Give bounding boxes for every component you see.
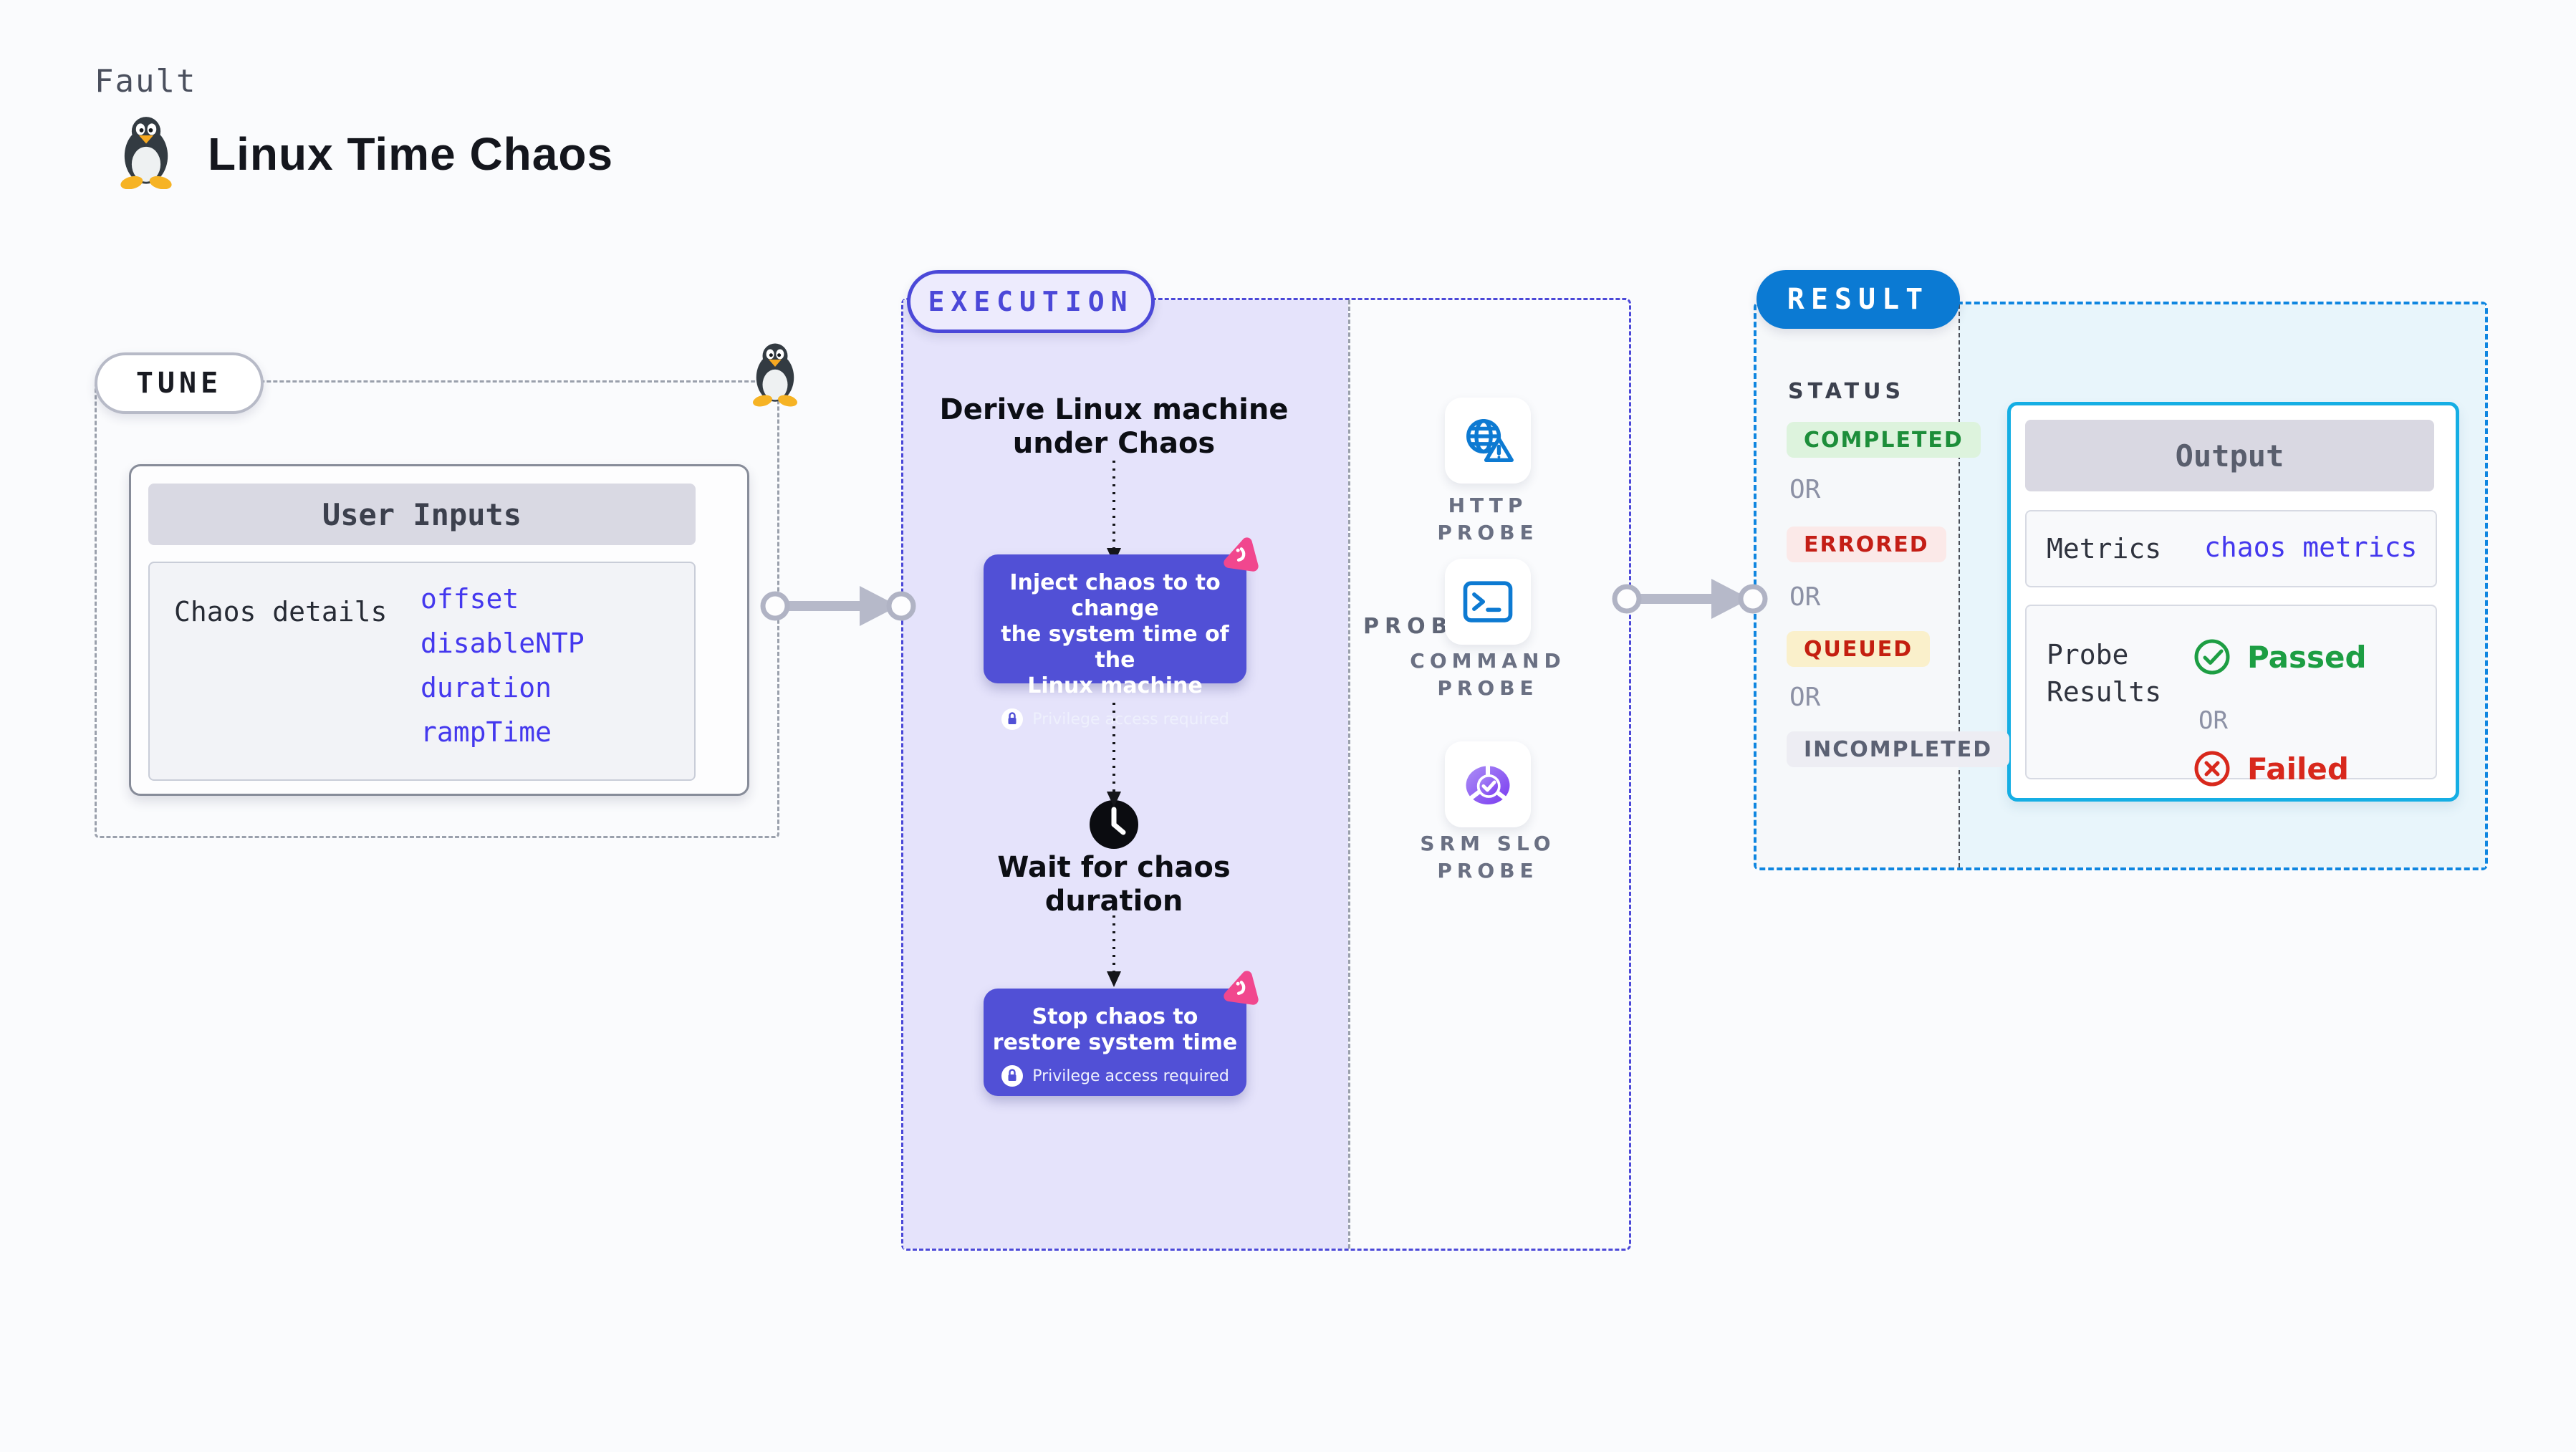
lock-icon bbox=[1001, 708, 1024, 730]
output-header: Output bbox=[2025, 420, 2434, 491]
status-badge-incompleted[interactable]: INCOMPLETED bbox=[1787, 731, 2010, 767]
inject-chaos-node[interactable]: Inject chaos to to change the system tim… bbox=[984, 554, 1246, 730]
result-badge-label: RESULT bbox=[1787, 283, 1930, 316]
chaos-details-row: Chaos details offset disableNTP duration… bbox=[148, 562, 696, 781]
fault-kicker: Fault bbox=[95, 63, 197, 100]
param-duration[interactable]: duration bbox=[420, 672, 552, 703]
or-separator: OR bbox=[1789, 582, 1821, 612]
diagram-canvas: Fault Linux Time Chaos TUNE User Inputs … bbox=[0, 0, 2576, 1452]
inject-chaos-label: Inject chaos to to change the system tim… bbox=[1001, 570, 1229, 698]
http-probe-label: HTTP PROBE bbox=[1437, 494, 1539, 544]
terminal-icon bbox=[1463, 581, 1513, 622]
status-badge-completed[interactable]: COMPLETED bbox=[1787, 422, 1981, 458]
param-disablentp[interactable]: disableNTP bbox=[420, 628, 585, 659]
flow-arrow-1 bbox=[1107, 461, 1121, 564]
result-section: STATUS COMPLETED OR ERRORED OR QUEUED OR… bbox=[1754, 302, 2488, 870]
srm-slo-probe-label: SRM SLO PROBE bbox=[1420, 832, 1556, 883]
verdict-passed: Passed bbox=[2193, 638, 2367, 676]
probe-results-label: Probe Results bbox=[2047, 639, 2162, 708]
derive-step-label: Derive Linux machine under Chaos bbox=[939, 393, 1289, 460]
failed-label: Failed bbox=[2247, 751, 2349, 787]
flow-arrow-3 bbox=[1107, 915, 1121, 987]
status-badge-queued[interactable]: QUEUED bbox=[1787, 631, 1931, 667]
privilege-row: Privilege access required bbox=[984, 1064, 1246, 1087]
command-probe-card[interactable] bbox=[1445, 559, 1531, 645]
or-separator: OR bbox=[2198, 706, 2228, 735]
failed-x-icon bbox=[2194, 751, 2230, 787]
slo-donut-icon bbox=[1466, 763, 1510, 805]
metrics-label: Metrics bbox=[2047, 533, 2162, 564]
execution-to-result-arrow bbox=[1612, 579, 1768, 619]
status-badge-errored[interactable]: ERRORED bbox=[1787, 527, 1946, 562]
verdict-failed: Failed bbox=[2193, 749, 2349, 788]
wait-step-label: Wait for chaos duration bbox=[997, 851, 1231, 918]
execution-badge[interactable]: EXECUTION bbox=[907, 270, 1155, 333]
privilege-note: Privilege access required bbox=[1032, 1067, 1229, 1085]
param-ramptime[interactable]: rampTime bbox=[420, 716, 552, 748]
tune-badge-label: TUNE bbox=[135, 367, 223, 400]
privilege-note: Privilege access required bbox=[1032, 710, 1229, 729]
http-probe-card[interactable] bbox=[1445, 398, 1531, 484]
status-output-divider bbox=[1959, 304, 1960, 867]
tux-penguin-icon-small bbox=[753, 343, 797, 407]
metrics-row: Metrics chaos metrics bbox=[2025, 510, 2437, 587]
output-card: Output Metrics chaos metrics Probe Resul… bbox=[2007, 402, 2459, 802]
execution-probes-divider bbox=[1348, 300, 1350, 1249]
or-separator: OR bbox=[1789, 475, 1821, 504]
lock-icon bbox=[1001, 1065, 1024, 1087]
command-probe-label: COMMAND PROBE bbox=[1410, 649, 1566, 700]
or-separator: OR bbox=[1789, 683, 1821, 712]
passed-check-icon bbox=[2194, 639, 2230, 675]
privilege-row: Privilege access required bbox=[984, 708, 1246, 731]
chaos-details-label: Chaos details bbox=[174, 596, 388, 628]
srm-slo-probe-card[interactable] bbox=[1445, 741, 1531, 827]
page-title: Linux Time Chaos bbox=[208, 128, 614, 180]
execution-badge-label: EXECUTION bbox=[928, 286, 1134, 317]
passed-label: Passed bbox=[2247, 639, 2367, 675]
execution-section: Derive Linux machine under Chaos Inject … bbox=[901, 298, 1631, 1251]
probe-results-row: Probe Results Passed OR Failed bbox=[2025, 605, 2437, 787]
tux-penguin-icon bbox=[120, 117, 172, 189]
tune-badge[interactable]: TUNE bbox=[95, 352, 264, 414]
user-inputs-header: User Inputs bbox=[148, 484, 696, 545]
chaos-fault-icon bbox=[1224, 537, 1259, 572]
user-inputs-card: User Inputs Chaos details offset disable… bbox=[129, 464, 749, 796]
tune-to-execution-arrow bbox=[760, 586, 916, 626]
param-offset[interactable]: offset bbox=[420, 583, 519, 615]
stop-chaos-label: Stop chaos to restore system time bbox=[992, 1004, 1238, 1055]
chaos-fault-icon bbox=[1224, 971, 1259, 1005]
metrics-value[interactable]: chaos metrics bbox=[2204, 532, 2417, 563]
result-badge[interactable]: RESULT bbox=[1756, 270, 1960, 329]
status-heading: STATUS bbox=[1788, 379, 1905, 404]
globe-warning-icon bbox=[1466, 419, 1514, 462]
stop-chaos-node[interactable]: Stop chaos to restore system time Privil… bbox=[984, 989, 1246, 1096]
